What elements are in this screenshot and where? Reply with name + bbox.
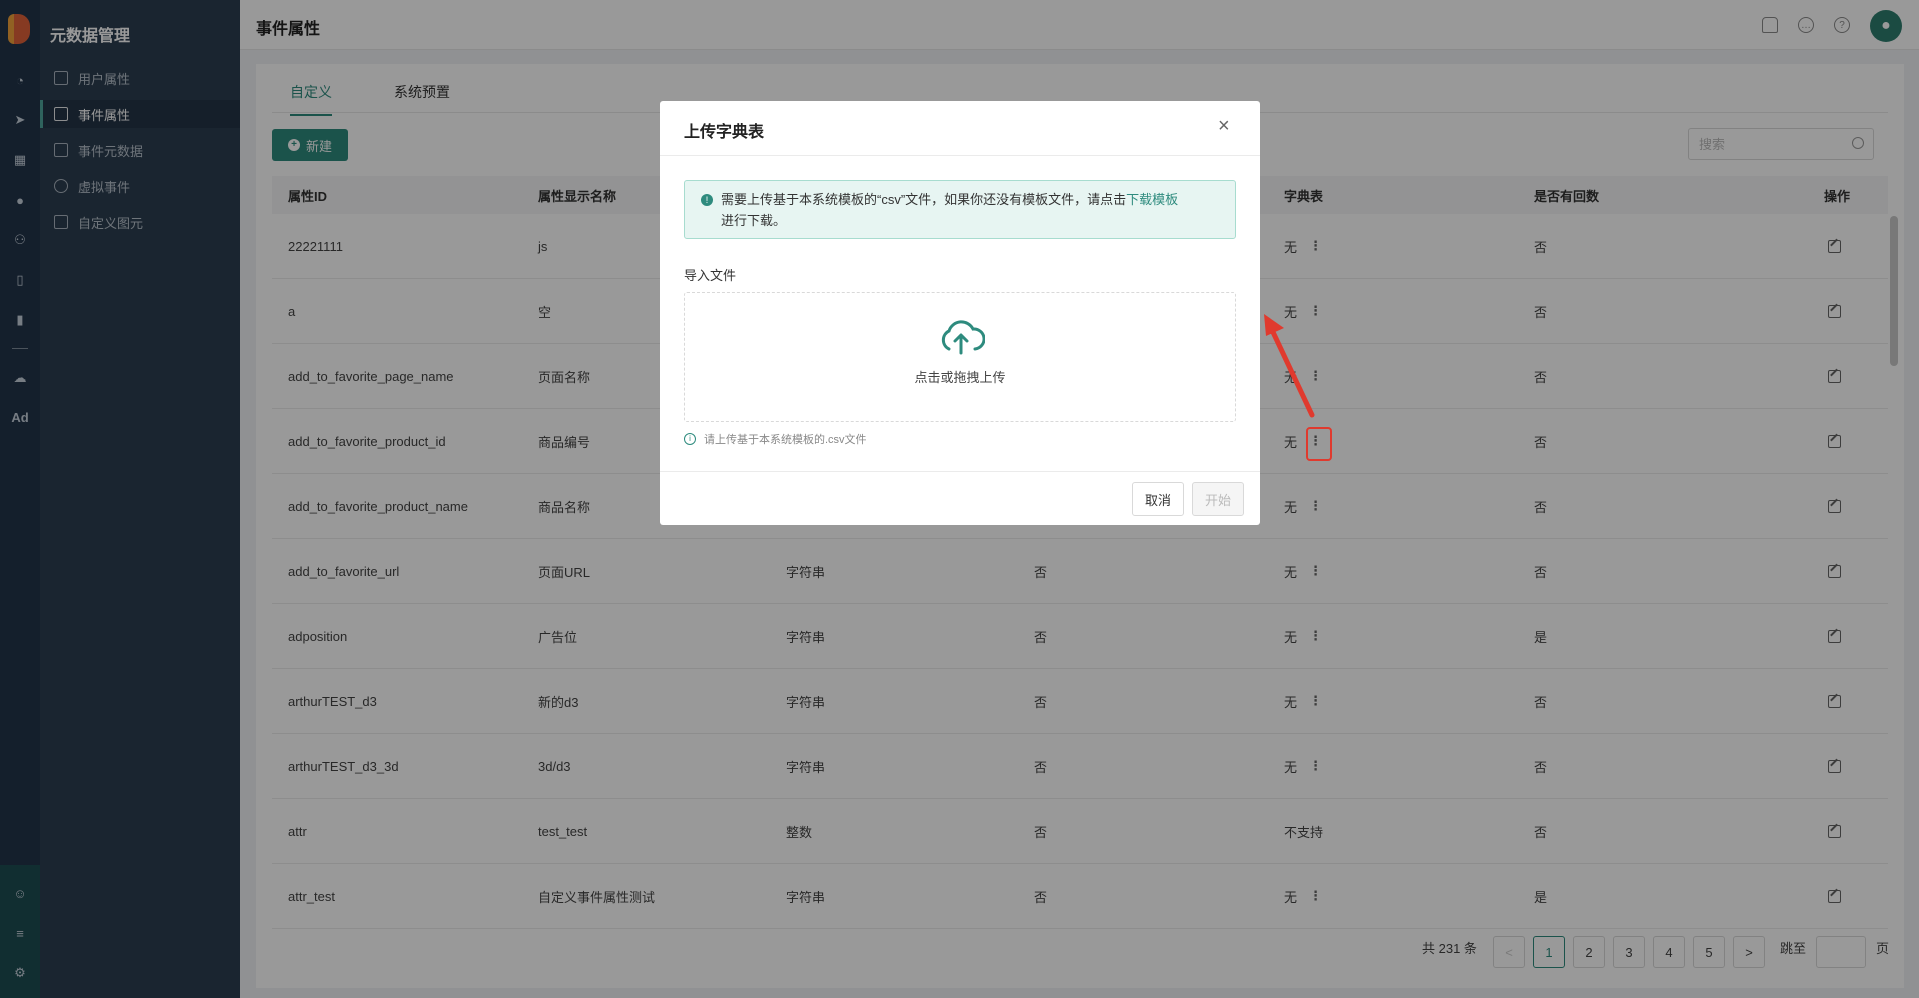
start-button[interactable]: 开始 [1192,482,1244,516]
modal-title: 上传字典表 [684,124,765,141]
download-template-link[interactable]: 下载模板 [1126,192,1178,207]
annotation-highlight-box [1306,427,1332,461]
info-icon: ! [701,194,713,206]
info-circle-icon: i [684,433,696,445]
info-alert: ! 需要上传基于本系统模板的“csv”文件，如果你还没有模板文件，请点击下载模板… [684,180,1236,239]
upload-dropzone[interactable]: 点击或拖拽上传 [684,292,1236,422]
modal-footer-divider [660,471,1260,472]
annotation-arrow [1264,314,1315,418]
upload-hint-text: 请上传基于本系统模板的.csv文件 [704,434,867,446]
alert-text: 需要上传基于本系统模板的“csv”文件，如果你还没有模板文件，请点击 [721,192,1127,207]
import-file-label: 导入文件 [684,268,737,283]
close-icon[interactable]: × [1218,115,1230,138]
cancel-button[interactable]: 取消 [1132,482,1184,516]
upload-dictionary-modal: 上传字典表 × ! 需要上传基于本系统模板的“csv”文件，如果你还没有模板文件… [660,101,1260,525]
cloud-upload-icon [941,320,985,355]
upload-text: 点击或拖拽上传 [914,370,1006,385]
modal-header-divider [660,155,1260,156]
upload-hint: i 请上传基于本系统模板的.csv文件 [684,431,867,447]
alert-tail: 进行下载。 [721,213,787,228]
